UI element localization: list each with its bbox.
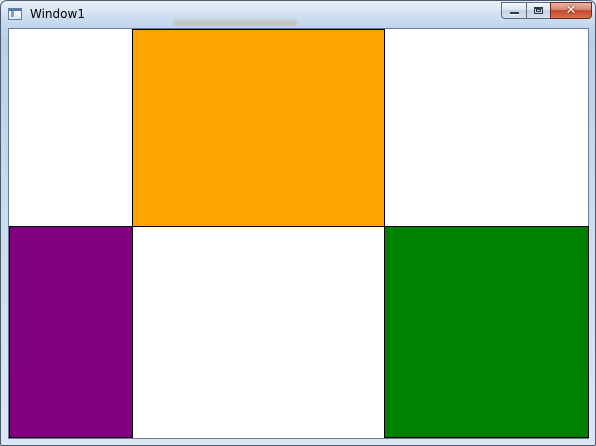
app-window: Window1 ✕ — [0, 0, 596, 446]
close-icon: ✕ — [565, 3, 577, 18]
title-bar-glow — [173, 20, 297, 26]
window-content — [8, 28, 589, 439]
orange-cell — [132, 29, 385, 227]
purple-cell — [9, 226, 133, 438]
close-button[interactable]: ✕ — [550, 2, 592, 19]
window-app-icon[interactable] — [8, 8, 22, 20]
minimize-button[interactable] — [501, 2, 526, 19]
window-title: Window1 — [30, 7, 85, 21]
minimize-icon — [510, 12, 519, 14]
title-bar[interactable]: Window1 ✕ — [1, 1, 595, 28]
maximize-icon — [534, 7, 543, 14]
maximize-button[interactable] — [526, 2, 550, 19]
green-cell — [384, 226, 589, 438]
